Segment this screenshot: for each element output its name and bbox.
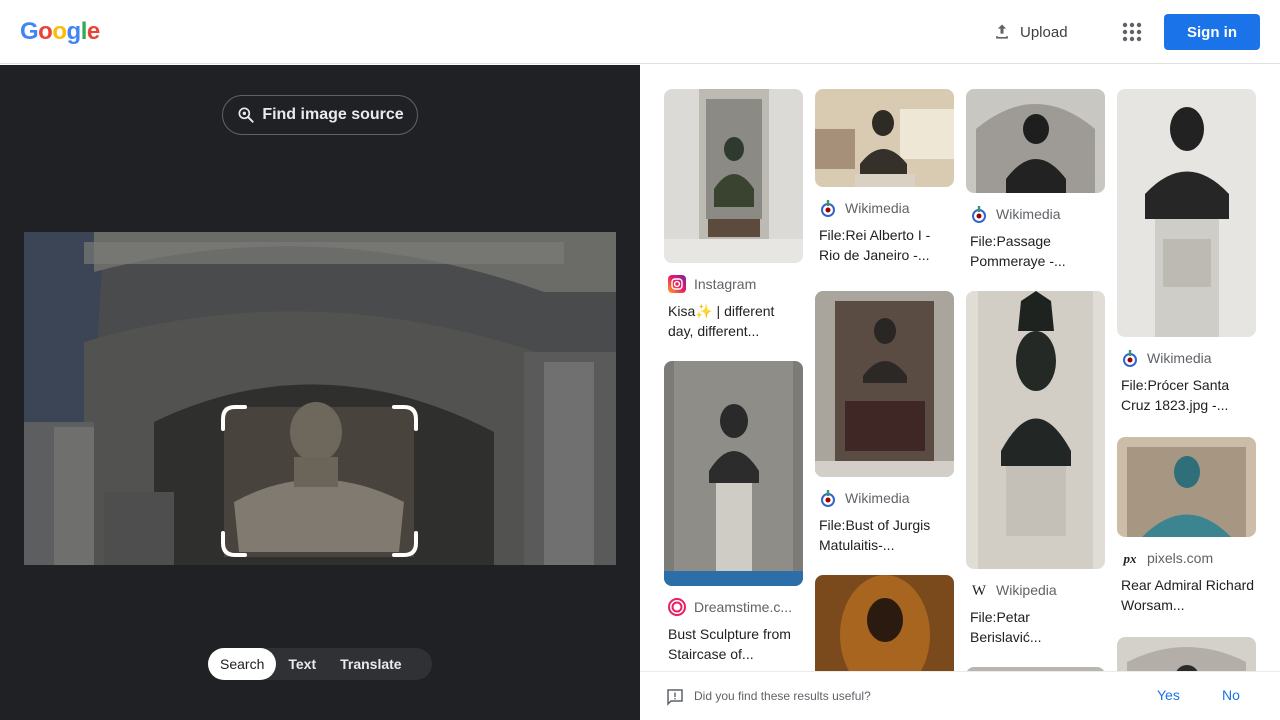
pixels-icon: px bbox=[1123, 551, 1138, 566]
feedback-bar: Did you find these results useful? Yes N… bbox=[640, 671, 1280, 720]
result-title[interactable]: File:Rei Alberto I - Rio de Janeiro -... bbox=[815, 225, 954, 265]
result-title[interactable]: Bust Sculpture from Staircase of... bbox=[664, 624, 803, 664]
upload-icon bbox=[996, 24, 1008, 39]
result-source-name: Wikimedia bbox=[845, 200, 910, 216]
dreamstime-icon bbox=[668, 598, 686, 616]
result-source[interactable]: px pixels.com bbox=[1117, 549, 1256, 567]
top-bar: Google Upload Sign in bbox=[0, 0, 1280, 64]
result-thumbnail[interactable] bbox=[815, 89, 954, 187]
mode-tab-translate[interactable]: Translate bbox=[328, 648, 413, 680]
result-source-name: Wikipedia bbox=[996, 582, 1057, 598]
wikimedia-icon bbox=[821, 200, 835, 217]
wikimedia-icon bbox=[821, 490, 835, 507]
result-thumbnail[interactable] bbox=[815, 291, 954, 477]
result-source-name: Instagram bbox=[694, 276, 757, 292]
wikipedia-icon: W bbox=[972, 583, 987, 599]
crop-selection-box[interactable] bbox=[221, 405, 418, 557]
result-source-name: Wikimedia bbox=[996, 206, 1061, 222]
result-thumbnail[interactable] bbox=[1117, 637, 1256, 671]
google-logo[interactable]: Google bbox=[20, 18, 100, 46]
result-thumbnail[interactable] bbox=[966, 89, 1105, 193]
logo-letter: G bbox=[20, 18, 39, 45]
result-source[interactable]: Wikimedia bbox=[1117, 349, 1256, 367]
result-card[interactable] bbox=[815, 575, 954, 671]
result-card[interactable]: Instagram Kisa✨ | different day, differe… bbox=[664, 89, 803, 341]
result-source[interactable]: Dreamstime.c... bbox=[664, 598, 803, 616]
result-card[interactable] bbox=[1117, 637, 1256, 671]
result-source[interactable]: W Wikipedia bbox=[966, 581, 1105, 599]
lens-search-icon bbox=[238, 107, 254, 123]
sign-in-button[interactable]: Sign in bbox=[1164, 14, 1260, 50]
instagram-icon bbox=[668, 275, 686, 293]
result-card[interactable]: Wikimedia File:Rei Alberto I - Rio de Ja… bbox=[815, 89, 954, 265]
wikimedia-icon bbox=[972, 206, 986, 223]
result-title[interactable]: File:Bust of Jurgis Matulaitis-... bbox=[815, 515, 954, 555]
visual-matches-grid: Instagram Kisa✨ | different day, differe… bbox=[640, 65, 1280, 671]
result-thumbnail[interactable] bbox=[664, 361, 803, 586]
result-thumbnail[interactable] bbox=[966, 291, 1105, 569]
svg-text:px: px bbox=[1123, 551, 1138, 566]
result-thumbnail[interactable] bbox=[1117, 437, 1256, 537]
svg-text:W: W bbox=[972, 583, 987, 599]
result-source-name: Wikimedia bbox=[1147, 350, 1212, 366]
result-source[interactable]: Wikimedia bbox=[966, 205, 1105, 223]
result-source-name: pixels.com bbox=[1147, 550, 1214, 566]
mode-tab-search[interactable]: Search bbox=[208, 648, 277, 680]
query-image-pane: Find image source Search Text Translate bbox=[0, 65, 640, 720]
result-card[interactable]: W Wikipedia File:Petar Berislavić... bbox=[966, 291, 1105, 647]
result-thumbnail[interactable] bbox=[1117, 89, 1256, 337]
feedback-yes-button[interactable]: Yes bbox=[1157, 687, 1180, 703]
result-thumbnail[interactable] bbox=[815, 575, 954, 671]
result-card[interactable]: Wikimedia File:Prócer Santa Cruz 1823.jp… bbox=[1117, 89, 1256, 415]
result-title[interactable]: File:Passage Pommeraye -... bbox=[966, 231, 1105, 271]
result-card[interactable]: Dreamstime.c... Bust Sculpture from Stai… bbox=[664, 361, 803, 664]
result-title[interactable]: Rear Admiral Richard Worsam... bbox=[1117, 575, 1256, 615]
upload-button[interactable]: Upload bbox=[992, 20, 1068, 44]
find-image-source-label: Find image source bbox=[262, 106, 404, 123]
result-source-name: Dreamstime.c... bbox=[694, 599, 793, 615]
upload-label: Upload bbox=[1020, 23, 1068, 41]
result-card[interactable]: Wikimedia File:Passage Pommeraye -... bbox=[966, 89, 1105, 271]
mode-tab-text[interactable]: Text bbox=[276, 648, 328, 680]
result-source[interactable]: Wikimedia bbox=[815, 199, 954, 217]
result-thumbnail[interactable] bbox=[664, 89, 803, 263]
wikimedia-icon bbox=[1123, 350, 1137, 367]
result-card[interactable]: px pixels.com Rear Admiral Richard Worsa… bbox=[1117, 437, 1256, 615]
result-title[interactable]: File:Prócer Santa Cruz 1823.jpg -... bbox=[1117, 375, 1256, 415]
logo-letter: g bbox=[66, 18, 82, 45]
logo-letter: e bbox=[86, 18, 100, 45]
find-image-source-button[interactable]: Find image source bbox=[222, 95, 418, 135]
feedback-no-button[interactable]: No bbox=[1222, 687, 1240, 703]
lens-mode-switcher: Search Text Translate bbox=[208, 648, 432, 680]
logo-letter: o bbox=[38, 18, 53, 45]
result-card[interactable]: Wikimedia File:Bust of Jurgis Matulaitis… bbox=[815, 291, 954, 555]
apps-grid-icon[interactable] bbox=[1120, 20, 1144, 44]
result-source-name: Wikimedia bbox=[845, 490, 910, 506]
feedback-question: Did you find these results useful? bbox=[694, 689, 871, 703]
result-source[interactable]: Wikimedia bbox=[815, 489, 954, 507]
feedback-icon bbox=[667, 689, 683, 706]
logo-letter: o bbox=[52, 18, 67, 45]
result-source[interactable]: Instagram bbox=[664, 275, 803, 293]
result-title[interactable]: Kisa✨ | different day, different... bbox=[664, 301, 803, 341]
result-title[interactable]: File:Petar Berislavić... bbox=[966, 607, 1105, 647]
